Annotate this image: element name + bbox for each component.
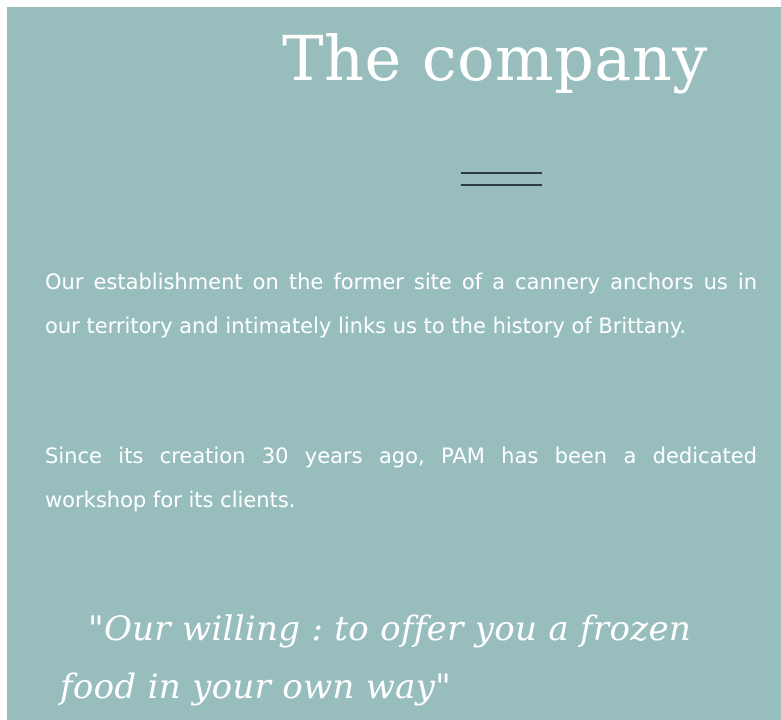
history-paragraph: Since its creation 30 years ago, PAM has… — [45, 444, 757, 512]
title-divider-top — [461, 172, 542, 174]
page-frame: The company Our establishment on the for… — [0, 0, 781, 720]
title-divider-bottom — [461, 184, 542, 186]
section-title: The company — [282, 22, 708, 95]
company-quote: "Our willing : to offer you a frozen foo… — [60, 609, 692, 707]
intro-paragraph: Our establishment on the former site of … — [45, 270, 757, 338]
